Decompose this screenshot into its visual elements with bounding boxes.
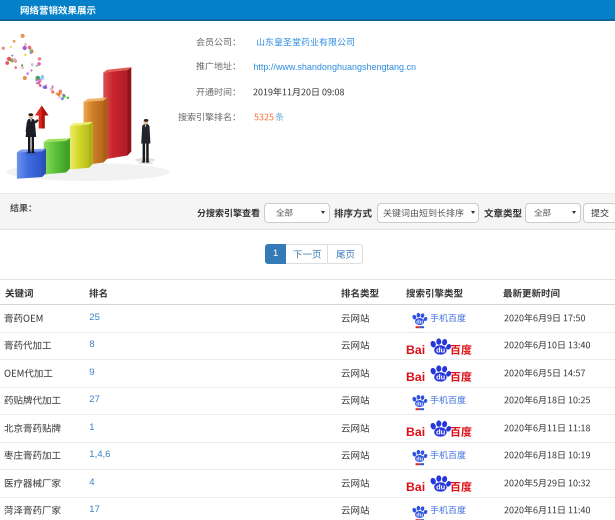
svg-text:Bai: Bai	[406, 425, 425, 439]
svg-text:du: du	[436, 428, 446, 437]
svg-text:Bai: Bai	[406, 370, 425, 384]
svg-text:du: du	[416, 512, 423, 518]
svg-text:du: du	[436, 345, 446, 354]
svg-text:du: du	[416, 402, 423, 408]
svg-text:Bai: Bai	[406, 343, 425, 357]
svg-text:du: du	[436, 483, 446, 492]
svg-text:du: du	[436, 373, 446, 382]
svg-text:Bai: Bai	[406, 480, 425, 494]
svg-text:du: du	[416, 457, 423, 463]
svg-text:du: du	[416, 319, 423, 325]
